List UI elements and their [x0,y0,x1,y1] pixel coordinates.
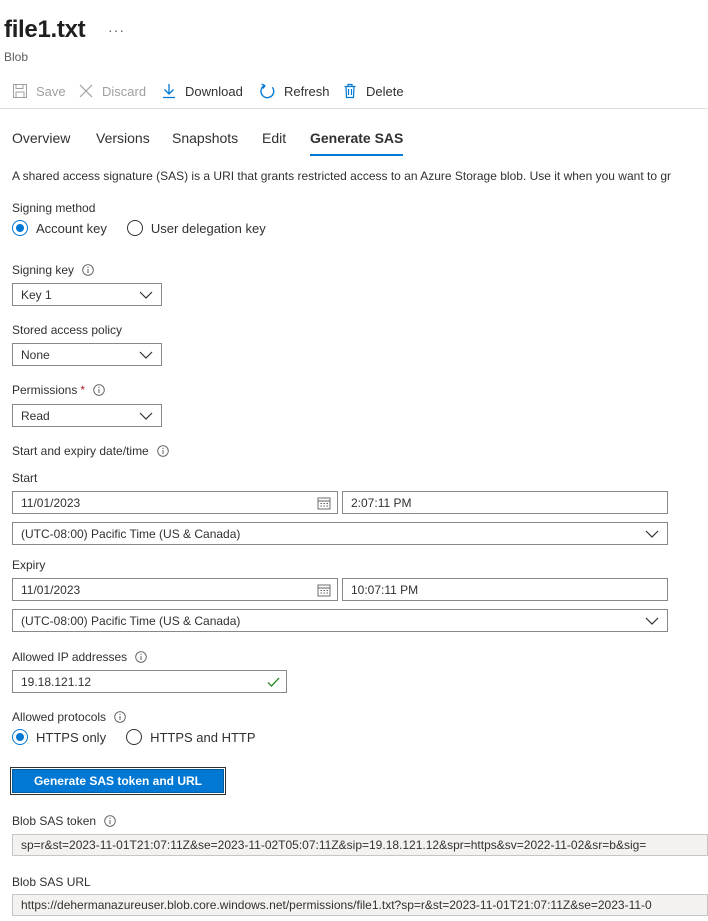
info-icon[interactable] [156,445,169,457]
command-bar: Save Discard Download Refresh Delete [0,78,708,109]
https-and-http-label[interactable]: HTTPS and HTTP [150,730,255,745]
delete-button[interactable]: Delete [342,78,404,104]
chevron-down-icon [139,289,153,303]
signing-key-dropdown[interactable]: Key 1 [12,283,162,306]
sas-url-label: Blob SAS URL [12,875,91,889]
https-only-label[interactable]: HTTPS only [36,730,106,745]
signing-method-group: Account key User delegation key [12,220,286,236]
page-title: file1.txt [4,16,86,43]
signing-key-label: Signing key [12,263,94,277]
start-expiry-label: Start and expiry date/time [12,444,169,458]
tab-overview[interactable]: Overview [12,130,70,154]
download-label: Download [185,83,243,99]
sas-token-label: Blob SAS token [12,814,116,828]
signing-key-label-text: Signing key [12,263,75,277]
start-time-value: 2:07:11 PM [351,495,412,510]
permissions-dropdown[interactable]: Read [12,404,162,427]
expiry-time-input[interactable]: 10:07:11 PM [342,578,668,601]
start-time-input[interactable]: 2:07:11 PM [342,491,668,514]
required-marker: * [80,383,86,397]
signing-key-value: Key 1 [21,287,52,302]
tab-edit[interactable]: Edit [262,130,286,154]
refresh-label: Refresh [284,83,330,99]
stored-access-policy-label: Stored access policy [12,323,122,337]
delete-label: Delete [366,83,404,99]
save-label: Save [36,83,66,99]
sas-blade: file1.txt ··· Blob Save Discard Download [0,0,708,921]
generate-sas-button[interactable]: Generate SAS token and URL [10,767,226,795]
signing-method-label: Signing method [12,201,95,215]
start-label: Start [12,471,37,485]
expiry-label: Expiry [12,558,45,572]
expiry-date-value: 11/01/2023 [21,582,81,597]
sas-token-value: sp=r&st=2023-11-01T21:07:11Z&se=2023-11-… [21,838,647,852]
allowed-ip-input[interactable]: 19.18.121.12 [12,670,287,693]
expiry-date-input[interactable]: 11/01/2023 [12,578,338,601]
signing-method-label-text: Signing method [12,201,96,215]
page-subtitle: Blob [4,50,29,64]
expiry-label-text: Expiry [12,558,46,572]
start-date-input[interactable]: 11/01/2023 [12,491,338,514]
expiry-timezone-dropdown[interactable]: (UTC-08:00) Pacific Time (US & Canada) [12,609,668,632]
allowed-protocols-group: HTTPS only HTTPS and HTTP [12,729,276,745]
stored-access-policy-label-text: Stored access policy [12,323,123,337]
account-key-radio[interactable] [12,220,28,236]
trash-icon [342,83,366,99]
save-button[interactable]: Save [12,78,66,104]
allowed-ip-label-text: Allowed IP addresses [12,650,128,664]
start-timezone-dropdown[interactable]: (UTC-08:00) Pacific Time (US & Canada) [12,522,668,545]
stored-access-policy-dropdown[interactable]: None [12,343,162,366]
discard-button[interactable]: Discard [78,78,146,104]
refresh-icon [259,82,284,100]
sas-url-value: https://dehermanazureuser.blob.core.wind… [21,898,652,912]
start-timezone-value: (UTC-08:00) Pacific Time (US & Canada) [21,526,241,541]
checkmark-icon [267,676,280,691]
permissions-value: Read [21,408,50,423]
start-label-text: Start [12,471,38,485]
permissions-label-text: Permissions [12,383,78,397]
sas-token-label-text: Blob SAS token [12,814,97,828]
info-icon[interactable] [104,815,116,827]
user-delegation-key-radio[interactable] [126,220,143,236]
start-date-value: 11/01/2023 [21,495,81,510]
sas-url-field[interactable]: https://dehermanazureuser.blob.core.wind… [12,894,708,916]
chevron-down-icon [645,528,659,542]
download-icon [161,83,185,99]
allowed-ip-value: 19.18.121.12 [21,674,92,689]
tab-versions[interactable]: Versions [96,130,150,154]
expiry-timezone-value: (UTC-08:00) Pacific Time (US & Canada) [21,613,241,628]
discard-label: Discard [102,83,147,99]
more-options-button[interactable]: ··· [108,22,125,38]
expiry-time-value: 10:07:11 PM [351,582,419,597]
start-expiry-label-text: Start and expiry date/time [12,444,149,458]
allowed-ip-label: Allowed IP addresses [12,650,147,664]
permissions-label: Permissions * [12,383,105,397]
sas-token-field[interactable]: sp=r&st=2023-11-01T21:07:11Z&se=2023-11-… [12,834,708,856]
download-button[interactable]: Download [161,78,243,104]
sas-description: A shared access signature (SAS) is a URI… [12,169,671,183]
chevron-down-icon [645,615,659,629]
info-icon[interactable] [135,651,147,663]
sas-url-label-text: Blob SAS URL [12,875,91,889]
calendar-icon[interactable] [317,583,331,600]
calendar-icon[interactable] [317,496,331,513]
info-icon[interactable] [114,711,126,723]
save-icon [12,83,36,99]
tab-generate-sas[interactable]: Generate SAS [310,130,404,156]
allowed-protocols-label-text: Allowed protocols [12,710,107,724]
stored-access-policy-value: None [21,347,50,362]
info-icon[interactable] [93,384,105,396]
https-and-http-radio[interactable] [126,729,143,745]
user-delegation-key-label[interactable]: User delegation key [151,221,266,236]
allowed-protocols-label: Allowed protocols [12,710,126,724]
refresh-button[interactable]: Refresh [259,78,330,104]
account-key-label[interactable]: Account key [36,221,107,236]
close-icon [78,83,102,99]
https-only-radio[interactable] [12,729,28,745]
tab-snapshots[interactable]: Snapshots [172,130,238,154]
chevron-down-icon [139,410,153,424]
info-icon[interactable] [82,264,94,276]
chevron-down-icon [139,349,153,363]
